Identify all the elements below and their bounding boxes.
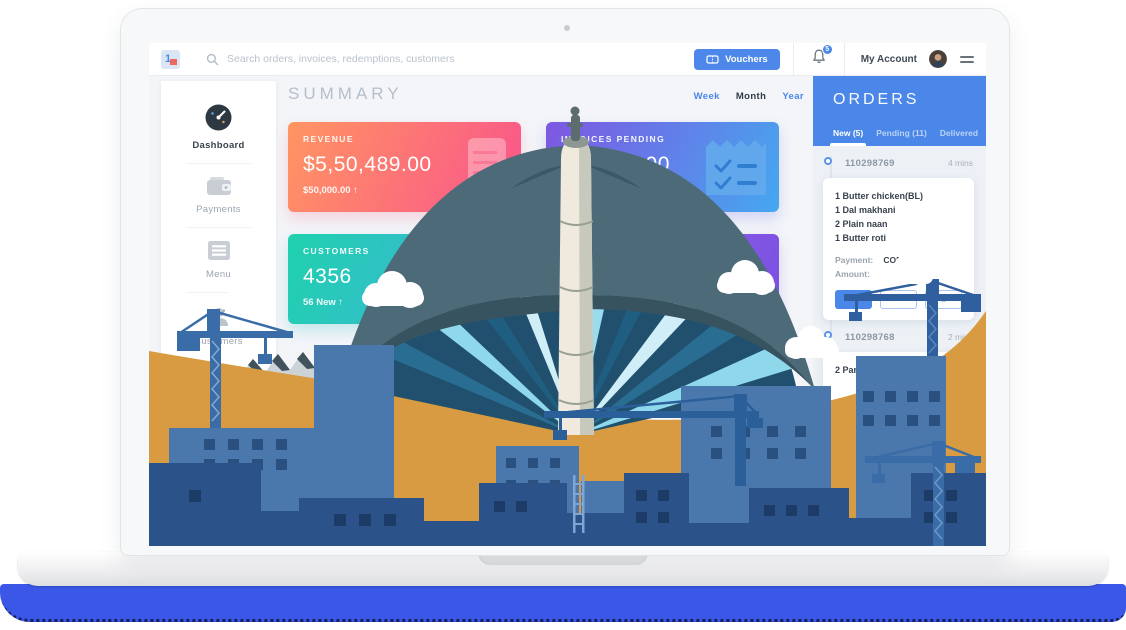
ratings-card: [546, 234, 779, 324]
ticket-icon: [706, 54, 719, 65]
customers-card-extra: 4300: [385, 297, 406, 308]
orders-list: 110298769 4 mins 1 Butter chicken(BL) 1 …: [813, 156, 986, 546]
star-badge-icon: [702, 249, 766, 311]
customers-card: CUSTOMERS 4356 56 New ↑ 4300: [288, 234, 521, 324]
payment-value: COD: [883, 255, 902, 265]
user-avatar[interactable]: [929, 50, 947, 68]
sidebar-item-label: Customers: [194, 336, 243, 347]
invoices-pending-card: INVOICES PENDING 0.00: [546, 122, 779, 212]
order-id: 110298768: [845, 332, 895, 343]
order-status-dot: [824, 157, 832, 165]
avatar-image: [929, 50, 947, 68]
range-tabs: Week Month Year: [694, 91, 804, 102]
order-id: 110298769: [845, 158, 895, 169]
orders-title: ORDERS: [833, 91, 986, 109]
order-card: 2 Paneer butter masala: [823, 352, 974, 410]
summary-title: SUMMARY: [288, 84, 403, 104]
order-status-dot: [824, 331, 832, 339]
app-logo-mark: [170, 59, 177, 65]
notification-badge: 5: [822, 44, 833, 55]
customers-card-label: CUSTOMERS: [303, 246, 506, 256]
orders-header: ORDERS New (5) Pending (11) Delivered: [813, 76, 986, 146]
range-tab-month[interactable]: Month: [736, 91, 767, 102]
order-row[interactable]: 110298768 2 mins: [813, 330, 986, 344]
order-time: 2 mins: [948, 332, 973, 342]
order-item: 1 Dal makhani: [835, 203, 962, 217]
search-input[interactable]: [227, 53, 694, 65]
my-account-label[interactable]: My Account: [861, 54, 917, 65]
range-tab-week[interactable]: Week: [694, 91, 720, 102]
phone-icon: ✆: [939, 294, 947, 305]
order-time: 4 mins: [948, 158, 973, 168]
payment-label: Payment:: [835, 255, 881, 265]
orders-tab-pending[interactable]: Pending (11): [876, 128, 927, 138]
order-item: 2 Paneer butter masala: [835, 363, 962, 377]
global-search: [206, 53, 694, 66]
order-actions: ✓ ⋯ ✆: [835, 290, 962, 309]
check-icon: ✓: [849, 294, 857, 305]
sidebar-item-customers[interactable]: Customers: [161, 293, 276, 359]
vouchers-label: Vouchers: [725, 54, 768, 65]
receipt-icon: [462, 137, 508, 197]
gauge-icon: [205, 104, 232, 131]
invoice-checklist-icon: [706, 137, 766, 195]
laptop-screen-frame: 1 Vouchers: [120, 8, 1010, 556]
vouchers-button[interactable]: Vouchers: [694, 49, 780, 70]
app-logo[interactable]: 1: [161, 50, 180, 69]
summary-section: SUMMARY Week Month Year REVENUE $5,50,48…: [288, 84, 804, 324]
person-icon: [208, 306, 230, 327]
sidebar: Dashboard Payments: [161, 81, 276, 546]
order-card: 1 Butter chicken(BL) 1 Dal makhani 2 Pla…: [823, 178, 974, 320]
sidebar-item-label: Menu: [206, 269, 231, 280]
orders-panel: ORDERS New (5) Pending (11) Delivered 11…: [813, 76, 986, 546]
wallet-icon: [207, 177, 231, 195]
orders-tab-delivered[interactable]: Delivered: [940, 128, 978, 138]
topbar-divider: [793, 43, 794, 76]
laptop-base: [18, 552, 1108, 586]
sidebar-item-dashboard[interactable]: Dashboard: [161, 91, 276, 163]
ladder: [573, 475, 585, 533]
sidebar-item-label: Payments: [196, 204, 241, 215]
topbar: 1 Vouchers: [149, 43, 986, 76]
revenue-card: REVENUE $5,50,489.00 $50,000.00 ↑: [288, 122, 521, 212]
customers-card-value: 4356: [303, 265, 506, 289]
amount-label: Amount:: [835, 269, 881, 279]
revenue-card-delta: $50,000.00 ↑: [303, 185, 358, 196]
crane-center: [544, 394, 763, 486]
search-icon: [206, 53, 219, 66]
sidebar-item-label: Dashboard: [192, 140, 244, 151]
ellipsis-icon: ⋯: [894, 294, 904, 305]
webcam-dot: [564, 25, 570, 31]
sidebar-item-menu[interactable]: Menu: [161, 228, 276, 292]
call-customer-button[interactable]: ✆: [925, 290, 962, 309]
order-item: 1 Butter chicken(BL): [835, 189, 962, 203]
notifications-button[interactable]: 5: [811, 48, 827, 70]
list-icon: [208, 241, 230, 260]
more-options-button[interactable]: ⋯: [880, 290, 917, 309]
summary-cards: REVENUE $5,50,489.00 $50,000.00 ↑ INVOIC…: [288, 122, 804, 324]
accept-order-button[interactable]: ✓: [835, 290, 872, 309]
orders-tab-new[interactable]: New (5): [833, 128, 863, 138]
orders-tabs: New (5) Pending (11) Delivered: [833, 128, 978, 138]
order-item: 1 Butter roti: [835, 231, 962, 245]
range-tab-year[interactable]: Year: [782, 91, 804, 102]
amount-value: $899.00: [883, 269, 914, 279]
topbar-divider: [844, 43, 845, 76]
laptop-mockup: 1 Vouchers: [0, 0, 1126, 630]
order-row[interactable]: 110298769 4 mins: [813, 156, 986, 170]
sidebar-item-payments[interactable]: Payments: [161, 164, 276, 227]
hamburger-icon[interactable]: [960, 56, 974, 63]
laptop-stand-bar: [0, 584, 1126, 622]
customers-card-delta: 56 New ↑: [303, 297, 343, 308]
order-item: 2 Plain naan: [835, 217, 962, 231]
dashboard-app: 1 Vouchers: [149, 43, 986, 546]
